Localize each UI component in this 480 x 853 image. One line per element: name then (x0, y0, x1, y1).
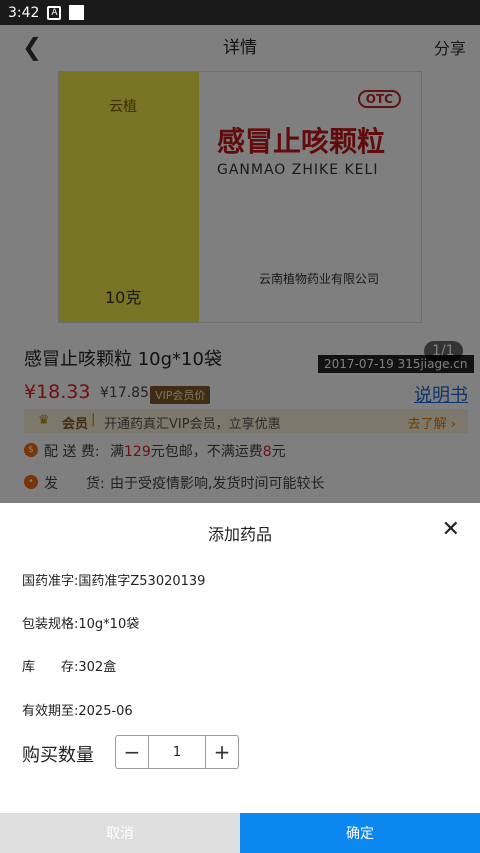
modal-overlay[interactable] (0, 25, 480, 503)
notification-square-icon (69, 5, 85, 20)
status-time: 3:42 (8, 4, 40, 21)
decrement-button[interactable]: − (116, 736, 148, 768)
notification-icon: A (47, 5, 62, 20)
quantity-stepper: − 1 + (115, 735, 239, 769)
cancel-button[interactable]: 取消 (0, 813, 240, 853)
approval-number: 国药准字:国药准字Z53020139 (22, 574, 206, 589)
sheet-title: 添加药品 (207, 525, 272, 544)
quantity-value[interactable]: 1 (148, 736, 206, 768)
quantity-label: 购买数量 (22, 745, 94, 766)
package-spec: 包装规格:10g*10袋 (22, 617, 140, 632)
close-icon[interactable]: ✕ (442, 517, 460, 542)
add-medicine-sheet: 添加药品 ✕ 国药准字:国药准字Z53020139 包装规格:10g*10袋 库… (0, 503, 480, 853)
sheet-footer: 取消 确定 (0, 813, 480, 853)
status-bar: 3:42 A (0, 0, 480, 25)
expiry-date: 有效期至:2025-06 (22, 704, 133, 719)
confirm-button[interactable]: 确定 (240, 813, 480, 853)
stock: 库 存:302盒 (22, 660, 117, 675)
increment-button[interactable]: + (206, 736, 238, 768)
